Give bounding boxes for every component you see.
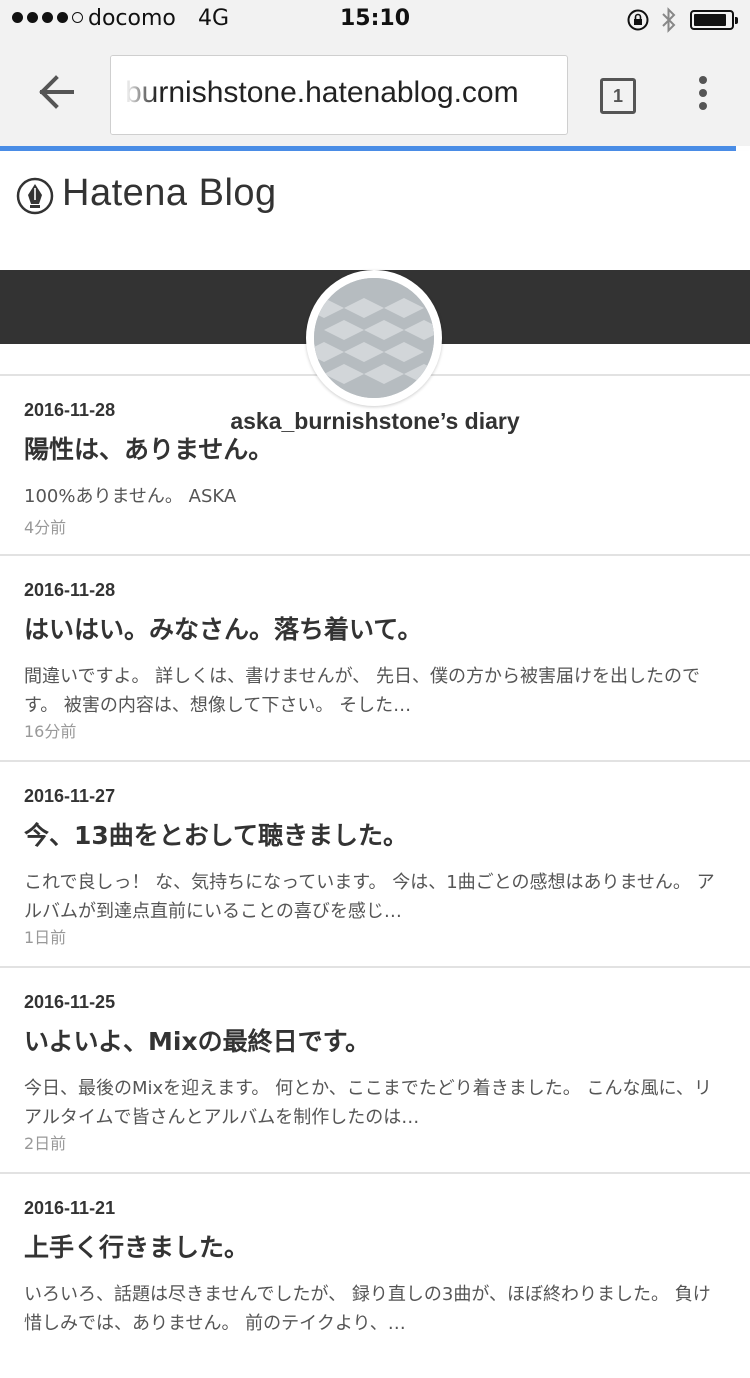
entry-time-ago: 4分前 xyxy=(24,518,67,537)
entry-time-ago: 1日前 xyxy=(24,928,67,947)
entry-list: 2016-11-28 陽性は、ありません。 100%ありません。 ASKA 4分… xyxy=(0,374,750,1378)
entry-summary: これで良しっ！ な、気持ちになっています。 今は、1曲ごとの感想はありません。 … xyxy=(24,872,715,922)
bluetooth-icon xyxy=(662,7,676,33)
url-text: burnishstone.hatenablog.com xyxy=(125,76,519,109)
entry-item[interactable]: 2016-11-25 いよいよ、Mixの最終日です。 今日、最後のMixを迎えま… xyxy=(0,966,750,1172)
entry-summary: 100%ありません。 ASKA xyxy=(24,486,237,507)
entry-summary: 間違いですよ。 詳しくは、書けませんが、 先日、僕の方から被害届けを出したのです… xyxy=(24,666,700,716)
hatena-blog-logo[interactable]: Hatena Blog xyxy=(62,172,277,215)
hatena-pen-icon[interactable] xyxy=(16,177,54,215)
site-header: Hatena Blog xyxy=(0,151,750,239)
browser-toolbar: burnishstone.hatenablog.com 1 xyxy=(0,40,750,146)
blog-title[interactable]: aska_burnishstone’s diary xyxy=(0,408,750,435)
entry-item[interactable]: 2016-11-28 はいはい。みなさん。落ち着いて。 間違いですよ。 詳しくは… xyxy=(0,554,750,760)
entry-date: 2016-11-27 xyxy=(24,786,116,806)
overflow-menu-icon[interactable] xyxy=(690,76,716,116)
entry-summary: いろいろ、話題は尽きませんでしたが、 録り直しの3曲が、ほぼ終わりました。 負け… xyxy=(24,1284,711,1334)
url-bar[interactable]: burnishstone.hatenablog.com xyxy=(110,55,568,135)
entry-item[interactable]: 2016-11-27 今、13曲をとおして聴きました。 これで良しっ！ な、気持… xyxy=(0,760,750,966)
entry-date: 2016-11-28 xyxy=(24,580,116,600)
entry-title[interactable]: 陽性は、ありません。 xyxy=(24,430,273,466)
blog-avatar-frame[interactable] xyxy=(306,270,442,406)
entry-title[interactable]: 今、13曲をとおして聴きました。 xyxy=(24,816,408,852)
entry-time-ago: 16分前 xyxy=(24,722,77,741)
back-arrow-icon[interactable] xyxy=(28,64,84,120)
rotation-lock-icon xyxy=(627,9,649,31)
entry-date: 2016-11-21 xyxy=(24,1198,116,1218)
entry-title[interactable]: 上手く行きました。 xyxy=(24,1228,249,1264)
header-spacer xyxy=(0,239,750,270)
entry-time-ago: 2日前 xyxy=(24,1134,67,1153)
entry-title[interactable]: はいはい。みなさん。落ち着いて。 xyxy=(24,610,423,646)
url-fade xyxy=(111,56,157,134)
avatar xyxy=(314,278,434,398)
entry-item[interactable]: 2016-11-21 上手く行きました。 いろいろ、話題は尽きませんでしたが、 … xyxy=(0,1172,750,1378)
battery-icon xyxy=(690,10,738,30)
entry-title[interactable]: いよいよ、Mixの最終日です。 xyxy=(24,1022,370,1058)
entry-date: 2016-11-25 xyxy=(24,992,116,1012)
tab-switcher-button[interactable]: 1 xyxy=(600,78,636,114)
status-bar: docomo 4G 15:10 xyxy=(0,0,750,40)
entry-summary: 今日、最後のMixを迎えます。 何とか、ここまでたどり着きました。 こんな風に、… xyxy=(24,1078,712,1128)
